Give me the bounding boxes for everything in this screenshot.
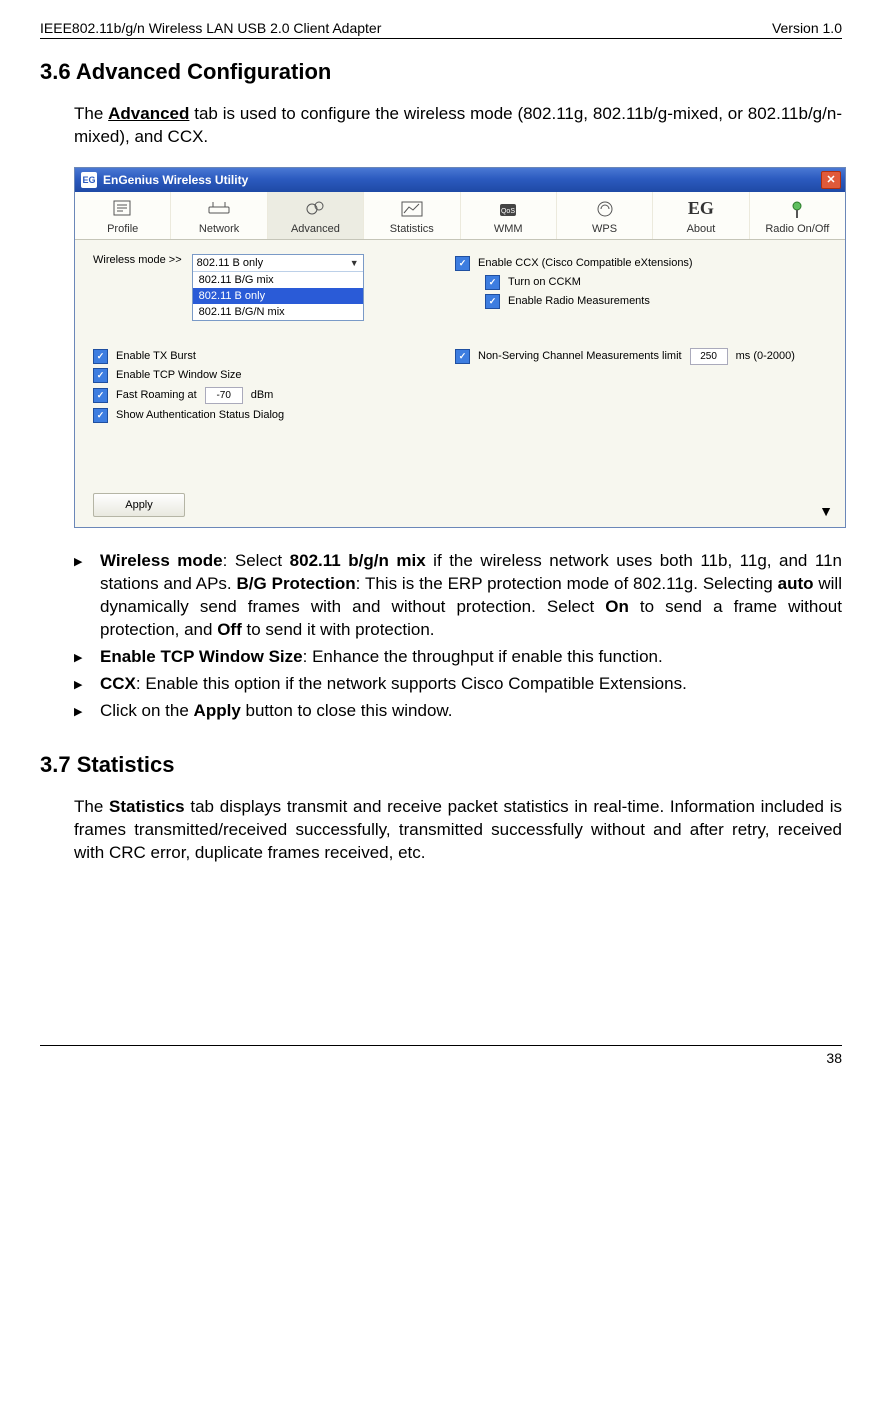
advanced-content: Wireless mode >> 802.11 B only ▼ 802.11 … xyxy=(75,240,845,527)
statistics-word: Statistics xyxy=(109,797,185,816)
qos-icon: QoS xyxy=(494,198,522,220)
fast-roaming-label: Fast Roaming at xyxy=(116,389,197,401)
fast-roaming-checkbox[interactable]: ✓ xyxy=(93,388,108,403)
wireless-mode-label: Wireless mode >> xyxy=(93,254,182,266)
engenius-utility-window: EG EnGenius Wireless Utility ✕ Profile N… xyxy=(74,167,846,528)
page-header: IEEE802.11b/g/n Wireless LAN USB 2.0 Cli… xyxy=(40,20,842,39)
nscm-label: Non-Serving Channel Measurements limit xyxy=(478,350,682,362)
app-logo: EG xyxy=(81,172,97,188)
close-icon[interactable]: ✕ xyxy=(821,171,841,189)
tab-label: WPS xyxy=(592,223,617,235)
enable-radio-meas-checkbox[interactable]: ✓ xyxy=(485,294,500,309)
page-number: 38 xyxy=(826,1050,842,1066)
wireless-mode-current: 802.11 B only xyxy=(197,257,263,269)
gear-icon xyxy=(301,198,329,220)
tab-radio[interactable]: Radio On/Off xyxy=(750,192,845,239)
section-36-intro: The Advanced tab is used to configure th… xyxy=(40,103,842,149)
nscm-input[interactable]: 250 xyxy=(690,348,728,365)
network-icon xyxy=(205,198,233,220)
show-auth-checkbox[interactable]: ✓ xyxy=(93,408,108,423)
advanced-bullet-list: Wireless mode: Select 802.11 b/g/n mix i… xyxy=(40,550,842,723)
tab-wps[interactable]: WPS xyxy=(557,192,653,239)
enable-radio-meas-label: Enable Radio Measurements xyxy=(508,295,650,307)
tab-label: Radio On/Off xyxy=(765,223,829,235)
tab-label: Profile xyxy=(107,223,138,235)
about-icon: EG xyxy=(687,198,715,220)
statistics-icon xyxy=(398,198,426,220)
wireless-mode-select[interactable]: 802.11 B only ▼ 802.11 B/G mix 802.11 B … xyxy=(192,254,364,321)
show-auth-label: Show Authentication Status Dialog xyxy=(116,409,284,421)
nscm-suffix: ms (0-2000) xyxy=(736,350,795,362)
tab-label: Network xyxy=(199,223,239,235)
wireless-opt[interactable]: 802.11 B only xyxy=(193,288,363,304)
bullet-wireless-mode: Wireless mode: Select 802.11 b/g/n mix i… xyxy=(100,550,842,642)
bullet-apply: Click on the Apply button to close this … xyxy=(100,700,842,723)
radio-icon xyxy=(783,198,811,220)
tab-advanced[interactable]: Advanced xyxy=(268,192,364,239)
collapse-icon[interactable]: ▼ xyxy=(819,503,833,519)
advanced-word: Advanced xyxy=(108,104,189,123)
window-title: EnGenius Wireless Utility xyxy=(103,173,248,187)
turn-on-cckm-label: Turn on CCKM xyxy=(508,276,581,288)
tab-label: Statistics xyxy=(390,223,434,235)
fast-roaming-suffix: dBm xyxy=(251,389,274,401)
tab-wmm[interactable]: QoS WMM xyxy=(461,192,557,239)
wireless-opt[interactable]: 802.11 B/G/N mix xyxy=(193,304,363,320)
wps-icon xyxy=(591,198,619,220)
apply-button[interactable]: Apply xyxy=(93,493,185,517)
enable-ccx-checkbox[interactable]: ✓ xyxy=(455,256,470,271)
bullet-tcp-window: Enable TCP Window Size: Enhance the thro… xyxy=(100,646,842,669)
nscm-checkbox[interactable]: ✓ xyxy=(455,349,470,364)
tab-network[interactable]: Network xyxy=(171,192,267,239)
section-37-body: The Statistics tab displays transmit and… xyxy=(40,796,842,865)
fast-roaming-input[interactable]: -70 xyxy=(205,387,243,404)
svg-text:QoS: QoS xyxy=(501,208,515,215)
enable-tx-burst-checkbox[interactable]: ✓ xyxy=(93,349,108,364)
tab-label: WMM xyxy=(494,223,523,235)
tab-strip: Profile Network Advanced Statistics xyxy=(75,192,845,240)
section-37-heading: 3.7 Statistics xyxy=(40,752,842,778)
tab-statistics[interactable]: Statistics xyxy=(364,192,460,239)
enable-tx-burst-label: Enable TX Burst xyxy=(116,350,196,362)
tab-about[interactable]: EG About xyxy=(653,192,749,239)
tab-label: About xyxy=(687,223,716,235)
enable-tcp-window-checkbox[interactable]: ✓ xyxy=(93,368,108,383)
header-left: IEEE802.11b/g/n Wireless LAN USB 2.0 Cli… xyxy=(40,20,381,36)
page-footer: 38 xyxy=(40,1045,842,1066)
chevron-down-icon: ▼ xyxy=(350,258,359,268)
bullet-ccx: CCX: Enable this option if the network s… xyxy=(100,673,842,696)
header-right: Version 1.0 xyxy=(772,20,842,36)
enable-ccx-label: Enable CCX (Cisco Compatible eXtensions) xyxy=(478,257,693,269)
title-bar: EG EnGenius Wireless Utility ✕ xyxy=(75,168,845,192)
tab-profile[interactable]: Profile xyxy=(75,192,171,239)
profile-icon xyxy=(109,198,137,220)
section-36-heading: 3.6 Advanced Configuration xyxy=(40,59,842,85)
enable-tcp-window-label: Enable TCP Window Size xyxy=(116,369,242,381)
wireless-opt[interactable]: 802.11 B/G mix xyxy=(193,272,363,288)
turn-on-cckm-checkbox[interactable]: ✓ xyxy=(485,275,500,290)
tab-label: Advanced xyxy=(291,223,340,235)
